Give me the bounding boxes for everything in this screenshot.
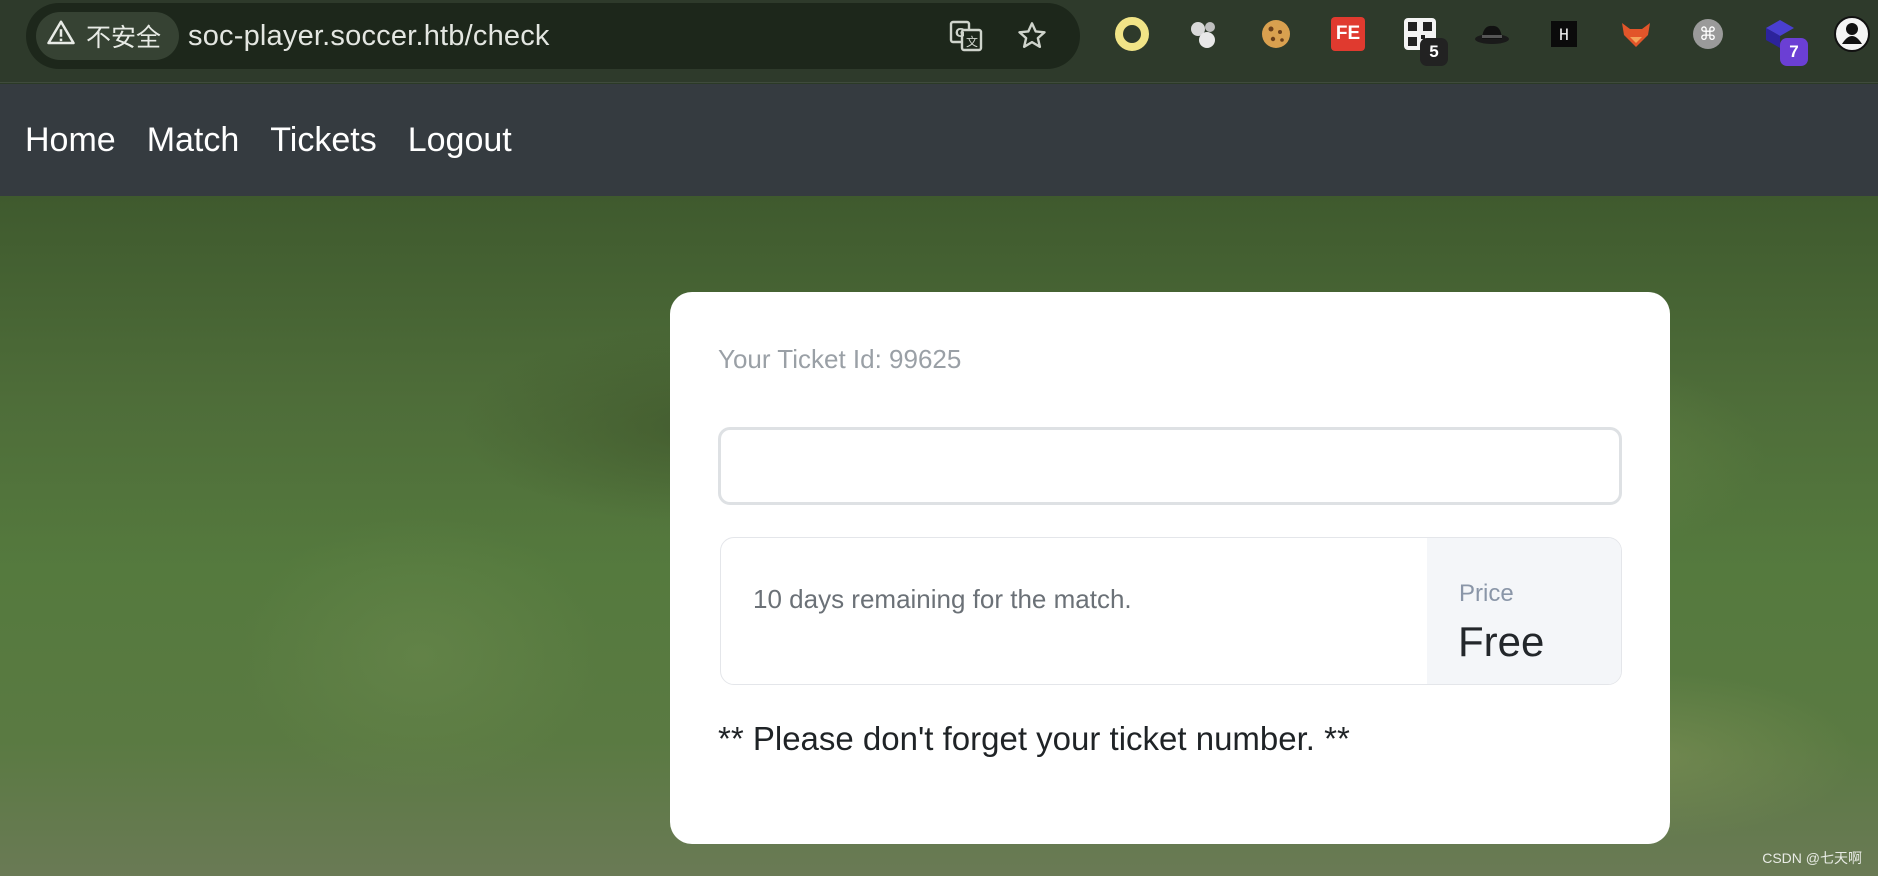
nav-home-link[interactable]: Home — [25, 121, 116, 160]
price-label: Price — [1459, 580, 1514, 607]
cookie-extension-icon[interactable] — [1256, 14, 1296, 54]
days-remaining-text: 10 days remaining for the match. — [753, 584, 1132, 614]
security-chip[interactable]: 不安全 — [36, 12, 180, 60]
profile-avatar-icon[interactable] — [1832, 14, 1872, 54]
nav-tickets-link[interactable]: Tickets — [270, 121, 376, 160]
nav-logout-link[interactable]: Logout — [408, 121, 512, 160]
price-panel: Price Free — [1427, 538, 1621, 684]
fe-label: FE — [1331, 17, 1365, 51]
circle-extension-icon[interactable] — [1112, 14, 1152, 54]
ticket-id-label: Your Ticket Id: 99625 — [718, 344, 962, 374]
cube-badge: 7 — [1780, 38, 1808, 66]
cube-extension-icon[interactable]: 7 — [1760, 14, 1808, 66]
site-navbar: Home Match Tickets Logout — [0, 84, 1878, 196]
warning-icon — [46, 18, 76, 55]
h-extension-icon[interactable]: H — [1544, 14, 1584, 54]
ticket-id-input[interactable] — [718, 427, 1622, 505]
translate-icon[interactable]: G文 — [948, 18, 984, 54]
qr-extension-icon[interactable]: 5 — [1400, 14, 1448, 66]
bubbles-extension-icon[interactable] — [1184, 14, 1224, 54]
fox-extension-icon[interactable] — [1616, 14, 1656, 54]
command-extension-icon[interactable]: ⌘ — [1688, 14, 1728, 54]
hat-extension-icon[interactable] — [1472, 14, 1512, 54]
browser-toolbar: 不安全 soc-player.soccer.htb/check G文 FE 5 … — [0, 0, 1878, 83]
h-label: H — [1551, 21, 1577, 47]
svg-text:文: 文 — [966, 34, 978, 49]
qr-badge: 5 — [1420, 38, 1448, 66]
command-label: ⌘ — [1693, 19, 1723, 49]
fe-extension-icon[interactable]: FE — [1328, 14, 1368, 54]
price-value: Free — [1458, 618, 1545, 665]
watermark: CSDN @七天啊 — [1762, 850, 1862, 866]
nav-match-link[interactable]: Match — [147, 121, 240, 160]
url-text[interactable]: soc-player.soccer.htb/check — [188, 3, 550, 69]
ticket-card: Your Ticket Id: 99625 10 days remaining … — [670, 292, 1670, 844]
ticket-reminder-note: ** Please don't forget your ticket numbe… — [718, 720, 1350, 757]
match-info-box: 10 days remaining for the match. Price F… — [720, 537, 1622, 685]
bookmark-star-icon[interactable] — [1014, 18, 1050, 54]
svg-text:G: G — [955, 26, 965, 40]
address-bar[interactable]: 不安全 soc-player.soccer.htb/check G文 — [26, 3, 1080, 69]
security-label: 不安全 — [86, 24, 162, 52]
